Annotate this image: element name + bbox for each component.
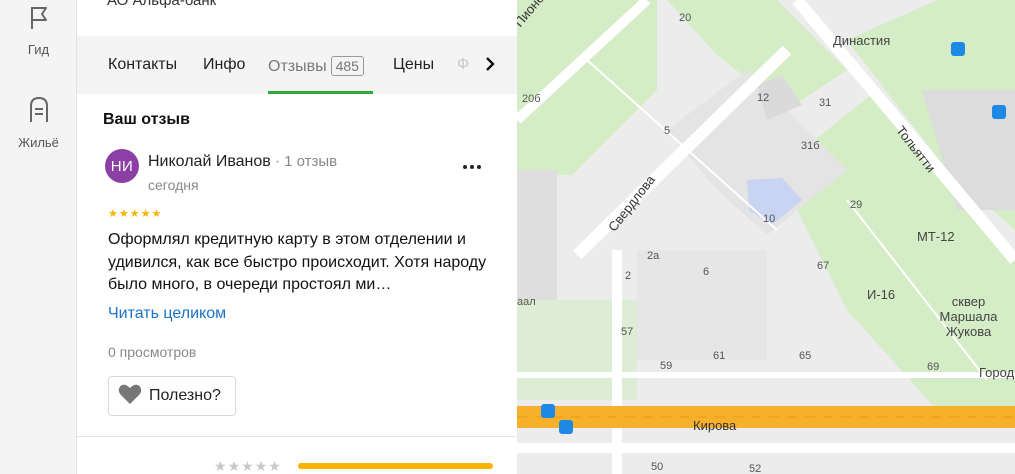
map-house-number: 57 [621,326,634,338]
heart-icon [118,383,142,410]
more-dot-icon [477,165,481,169]
organization-name: АО Альфа-банк [107,0,217,9]
tab-contacts[interactable]: Контакты [108,56,177,74]
rating-distribution-bar [298,463,493,469]
chevron-right-icon [484,56,496,77]
map-house-number: 69 [927,361,940,373]
map-house-number: 59 [660,360,673,372]
more-dot-icon [470,165,474,169]
map-street-label: Кирова [693,418,737,433]
map-house-number: 61 [713,350,726,362]
review-text: Оформлял кредитную карту в этом отделени… [108,231,487,293]
map-place-label: Город [979,365,1015,380]
organization-panel: АО Альфа-банк Контакты Инфо Отзывы 485 Це… [77,0,517,474]
map-house-number: 67 [817,260,830,272]
tabs-bar: Контакты Инфо Отзывы 485 Цены Ф [77,36,517,94]
rail-item-guide[interactable]: Гид [0,5,77,57]
more-dot-icon [463,165,467,169]
useful-label: Полезно? [149,387,221,404]
rail-item-label: Гид [27,42,50,57]
tab-reviews[interactable]: Отзывы 485 [268,56,364,76]
map-house-number: 20б [522,93,541,105]
author-reviews-count: 1 отзыв [284,153,338,170]
map-place-label: Династия [833,33,891,48]
map-house-number: 29 [850,199,863,211]
map-house-number: 65 [799,350,812,362]
review-author-line: Николай Иванов · 1 отзыв [148,153,338,170]
views-count: 0 просмотров [108,344,197,360]
map-place-label: МТ-12 [917,229,955,244]
building-icon [25,94,53,129]
your-review-title: Ваш отзыв [103,111,190,128]
star-icon: ★ [108,208,118,220]
flag-icon [27,5,51,36]
star-icon: ★ [118,208,129,220]
tab-info[interactable]: Инфо [203,56,245,74]
map-house-number: 2а [647,250,660,262]
rail-item-label: Жильё [18,135,59,150]
map-house-number: 20 [679,12,692,24]
map-place-label: сквер Маршала Жукова [939,294,998,339]
useful-button[interactable]: Полезно? [108,376,236,416]
map-house-number: 12 [757,92,770,104]
rail-item-housing[interactable]: Жильё [0,94,77,150]
read-full-link[interactable]: Читать целиком [108,305,226,323]
active-tab-indicator [268,91,373,94]
map-house-number: 10 [763,213,776,225]
tab-prices[interactable]: Цены [393,56,434,74]
map-house-number: 5 [664,125,671,137]
map-house-number: 6 [703,266,710,278]
map-house-number: аал [517,296,536,308]
reviews-count-badge: 485 [330,56,364,76]
star-icon: ★ [151,208,162,220]
review-menu-button[interactable] [458,156,486,178]
map-place-label: И-16 [867,287,896,302]
divider [77,436,517,437]
author-name[interactable]: Николай Иванов [148,153,271,170]
map-house-number: 31б [801,140,820,152]
avatar[interactable]: НИ [105,149,139,183]
review-rating-stars: ★ ★ ★ ★ ★ [108,208,161,221]
review-date: сегодня [148,177,199,193]
map-house-number: 50 [651,461,664,473]
tab-reviews-label: Отзывы [268,58,327,75]
star-icon: ★ [129,208,140,220]
tab-more-partial[interactable]: Ф [457,56,469,74]
left-rail: Гид Жильё [0,0,77,474]
map-house-number: 52 [749,463,762,474]
map-house-number: 2 [625,270,632,282]
map-house-number: 31 [819,97,832,109]
map[interactable]: 20 20б 12 31 31б 5 10 29 2а 6 67 2 57 61… [517,0,1015,474]
rating-row-stars: ★ ★ ★ ★ ★ [214,458,281,474]
star-icon: ★ [140,208,151,220]
tabs-scroll-right-button[interactable] [475,52,505,80]
